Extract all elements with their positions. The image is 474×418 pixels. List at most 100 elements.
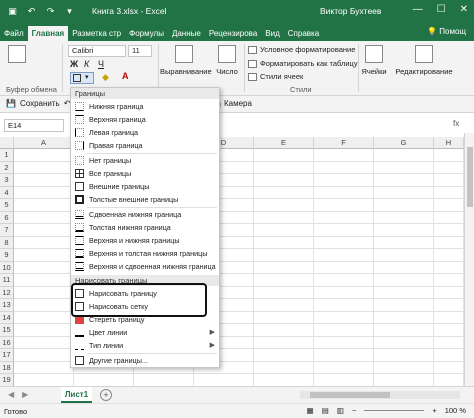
row-header[interactable]: 6 xyxy=(0,211,14,224)
tab-home[interactable]: Главная xyxy=(27,26,69,41)
cell-styles-button[interactable]: Стили ячеек xyxy=(248,72,303,81)
menu-item-more-borders[interactable]: Другие границы... xyxy=(71,354,219,367)
menu-item-left-border[interactable]: Левая граница xyxy=(71,126,219,139)
column-header[interactable]: F xyxy=(314,137,374,149)
menu-item-double-bottom-border[interactable]: Сдвоенная нижняя граница xyxy=(71,208,219,221)
fill-color-icon[interactable]: ◆ xyxy=(102,72,109,83)
row-header[interactable]: 8 xyxy=(0,236,14,249)
menu-item-line-color[interactable]: Цвет линии ▶ xyxy=(71,326,219,339)
name-box[interactable]: E14 xyxy=(4,119,64,132)
column-header[interactable]: G xyxy=(374,137,434,149)
page-layout-view-icon[interactable]: ▤ xyxy=(322,406,329,415)
cells-label: Ячейки xyxy=(361,67,387,76)
format-as-table-button[interactable]: Форматировать как таблицу xyxy=(248,59,358,68)
undo-icon[interactable]: ↶ xyxy=(25,5,38,18)
minimize-button[interactable]: — xyxy=(413,4,423,15)
tab-view[interactable]: Вид xyxy=(261,26,283,41)
normal-view-icon[interactable]: ▦ xyxy=(307,406,314,415)
zoom-level[interactable]: 100 % xyxy=(445,406,466,415)
menu-item-all-borders[interactable]: Все границы xyxy=(71,167,219,180)
scrollbar-thumb[interactable] xyxy=(467,147,473,207)
menu-item-top-border[interactable]: Верхняя граница xyxy=(71,113,219,126)
row-header[interactable]: 11 xyxy=(0,274,14,287)
row-header[interactable]: 15 xyxy=(0,324,14,337)
no-border-icon xyxy=(75,156,84,165)
right-border-icon xyxy=(75,141,84,150)
editing-button[interactable]: Редактирование xyxy=(392,45,456,76)
menu-item-label: Нет границы xyxy=(89,156,132,165)
conditional-formatting-button[interactable]: Условное форматирование xyxy=(248,45,355,54)
user-name[interactable]: Виктор Бухтеев xyxy=(320,6,381,16)
row-header[interactable]: 18 xyxy=(0,361,14,374)
redo-icon[interactable]: ↷ xyxy=(44,5,57,18)
scrollbar-thumb[interactable] xyxy=(310,392,390,398)
tab-review[interactable]: Рецензирова xyxy=(205,26,261,41)
zoom-out-icon[interactable]: − xyxy=(352,406,356,415)
cells-button[interactable]: Ячейки xyxy=(360,45,388,76)
paste-button[interactable] xyxy=(8,45,26,67)
row-header[interactable]: 13 xyxy=(0,299,14,312)
menu-item-top-double-bottom-border[interactable]: Верхняя и сдвоенная нижняя граница xyxy=(71,260,219,273)
menu-item-top-thick-bottom-border[interactable]: Верхняя и толстая нижняя границы xyxy=(71,247,219,260)
menu-item-bottom-border[interactable]: Нижняя граница xyxy=(71,100,219,113)
menu-item-no-border[interactable]: Нет границы xyxy=(71,154,219,167)
tab-file[interactable]: Файл xyxy=(0,26,28,41)
bottom-border-icon xyxy=(75,102,84,111)
row-header[interactable]: 3 xyxy=(0,174,14,187)
menu-item-thick-bottom-border[interactable]: Толстая нижняя граница xyxy=(71,221,219,234)
row-header[interactable]: 2 xyxy=(0,161,14,174)
font-name-box[interactable]: Calibri xyxy=(68,45,126,57)
zoom-in-icon[interactable]: + xyxy=(432,406,436,415)
sheet-tab[interactable]: Лист1 xyxy=(61,387,92,403)
fx-icon[interactable]: fx xyxy=(453,119,459,128)
tab-formulas[interactable]: Формулы xyxy=(125,26,168,41)
column-header[interactable]: A xyxy=(14,137,74,149)
alignment-button[interactable]: Выравнивание xyxy=(160,45,212,76)
number-button[interactable]: Число xyxy=(212,45,242,76)
row-header[interactable]: 7 xyxy=(0,224,14,237)
font-color-icon[interactable]: A xyxy=(122,71,129,81)
menu-item-right-border[interactable]: Правая граница xyxy=(71,139,219,152)
row-header[interactable]: 9 xyxy=(0,249,14,262)
zoom-slider[interactable] xyxy=(364,410,425,411)
save-command[interactable]: 💾 Сохранить ↶ xyxy=(6,99,70,108)
borders-button[interactable]: ▾ xyxy=(70,72,94,84)
bold-button[interactable]: Ж xyxy=(70,59,78,69)
italic-button[interactable]: К xyxy=(84,59,89,69)
next-sheet-icon[interactable]: ▶ xyxy=(22,390,28,399)
row-header[interactable]: 1 xyxy=(0,149,14,162)
font-size-box[interactable]: 11 xyxy=(128,45,152,57)
tab-data[interactable]: Данные xyxy=(168,26,205,41)
row-header[interactable]: 19 xyxy=(0,374,14,387)
horizontal-scrollbar[interactable] xyxy=(300,391,460,399)
maximize-button[interactable]: ☐ xyxy=(437,4,446,15)
menu-item-outside-borders[interactable]: Внешние границы xyxy=(71,180,219,193)
menu-item-line-style[interactable]: Тип линии ▶ xyxy=(71,339,219,352)
save-icon[interactable]: ▣ xyxy=(6,5,19,18)
vertical-scrollbar[interactable] xyxy=(464,133,474,386)
column-header[interactable]: E xyxy=(254,137,314,149)
close-button[interactable]: ✕ xyxy=(460,4,468,15)
menu-item-label: Правая граница xyxy=(89,141,143,150)
prev-sheet-icon[interactable]: ◀ xyxy=(8,390,14,399)
menu-item-thick-outside-borders[interactable]: Толстые внешние границы xyxy=(71,193,219,206)
tell-me-search[interactable]: 💡 Помощ xyxy=(427,27,466,36)
row-header[interactable]: 17 xyxy=(0,349,14,362)
row-header[interactable]: 4 xyxy=(0,186,14,199)
tab-page-layout[interactable]: Разметка стр xyxy=(68,26,125,41)
underline-button[interactable]: Ч xyxy=(98,59,104,69)
row-header[interactable]: 10 xyxy=(0,261,14,274)
menu-item-top-bottom-border[interactable]: Верхняя и нижняя границы xyxy=(71,234,219,247)
column-header[interactable]: H xyxy=(434,137,464,149)
row-header[interactable]: 14 xyxy=(0,311,14,324)
tab-help[interactable]: Справка xyxy=(284,26,323,41)
customize-qat-icon[interactable]: ▾ xyxy=(63,5,76,18)
menu-section-header: Границы xyxy=(71,88,219,99)
page-break-view-icon[interactable]: ▥ xyxy=(337,406,344,415)
add-sheet-button[interactable]: + xyxy=(100,389,112,401)
select-all-corner[interactable] xyxy=(0,137,14,149)
row-header[interactable]: 12 xyxy=(0,286,14,299)
top-bottom-border-icon xyxy=(75,236,84,245)
row-header[interactable]: 16 xyxy=(0,336,14,349)
row-header[interactable]: 5 xyxy=(0,199,14,212)
